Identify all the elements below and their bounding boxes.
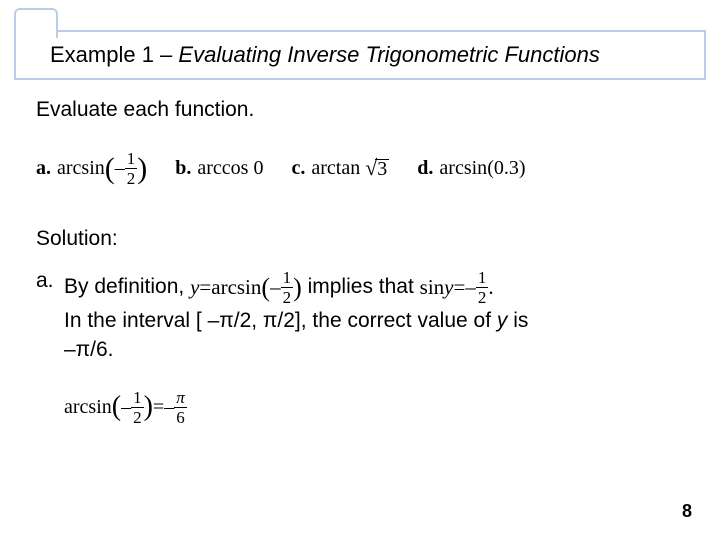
sqrt: √ 3 bbox=[365, 159, 389, 178]
def-func: arcsin bbox=[211, 273, 261, 302]
frac-num: π bbox=[174, 389, 187, 406]
problem-list: a. arcsin ( – 1 2 ) b. arccos 0 c. arcta… bbox=[36, 150, 680, 187]
page-number: 8 bbox=[682, 501, 692, 522]
lparen-icon: ( bbox=[112, 392, 121, 422]
frac-den: 6 bbox=[174, 409, 187, 426]
solution-a: a. By definition, y = arcsin ( – 1 2 ) i… bbox=[36, 269, 680, 426]
sin-func: sin bbox=[420, 273, 445, 302]
problem-d: d. arcsin (0.3) bbox=[417, 157, 525, 180]
rparen-icon: ) bbox=[293, 273, 302, 303]
text-seg2: implies that bbox=[308, 275, 420, 298]
minus-sign: – bbox=[465, 273, 476, 302]
title-block: Example 1 – Evaluating Inverse Trigonome… bbox=[0, 18, 720, 80]
definition-expr: y = arcsin ( – 1 2 ) bbox=[190, 269, 302, 306]
implication-expr: sin y = – 1 2 . bbox=[420, 269, 494, 306]
var-y: y bbox=[444, 273, 453, 302]
rparen-icon: ) bbox=[144, 392, 153, 422]
var-y: y bbox=[190, 273, 199, 302]
fraction: 1 2 bbox=[131, 389, 144, 426]
problem-b: b. arccos 0 bbox=[175, 157, 263, 180]
content-area: Evaluate each function. a. arcsin ( – 1 … bbox=[36, 94, 680, 426]
fraction: π 6 bbox=[174, 389, 187, 426]
final-equation: arcsin ( – 1 2 ) = – π 6 bbox=[64, 389, 680, 426]
eq-sign: = bbox=[153, 393, 164, 421]
frac-den: 2 bbox=[281, 289, 294, 306]
problem-d-func: arcsin bbox=[439, 157, 487, 180]
minus-sign: – bbox=[115, 157, 125, 180]
problem-b-label: b. bbox=[175, 157, 191, 180]
radicand: 3 bbox=[375, 159, 389, 178]
frac-num: 1 bbox=[476, 269, 489, 286]
frac-num: 1 bbox=[131, 389, 144, 406]
eq-sign: = bbox=[453, 273, 465, 302]
final-func: arcsin bbox=[64, 393, 112, 421]
problem-c: c. arctan √ 3 bbox=[291, 157, 389, 180]
text-seg3: In the interval [ –π/2, π/2], the correc… bbox=[64, 309, 497, 332]
example-title: Example 1 – Evaluating Inverse Trigonome… bbox=[14, 30, 706, 80]
period: . bbox=[488, 273, 493, 302]
frac-num: 1 bbox=[125, 150, 138, 167]
title-italic: Evaluating Inverse Trigonometric Functio… bbox=[178, 42, 599, 67]
prompt-text: Evaluate each function. bbox=[36, 98, 680, 122]
frac-num: 1 bbox=[281, 269, 294, 286]
text-seg5: –π/6. bbox=[64, 338, 114, 361]
var-y-italic: y bbox=[497, 309, 508, 332]
problem-d-label: d. bbox=[417, 157, 433, 180]
minus-sign: – bbox=[164, 393, 174, 421]
problem-d-arg: (0.3) bbox=[487, 157, 525, 180]
problem-a-label: a. bbox=[36, 157, 51, 180]
problem-a: a. arcsin ( – 1 2 ) bbox=[36, 150, 147, 187]
rparen-icon: ) bbox=[137, 154, 147, 184]
problem-a-func: arcsin bbox=[57, 157, 105, 180]
problem-b-func: arccos bbox=[197, 157, 248, 180]
fraction: 1 2 bbox=[281, 269, 294, 306]
problem-c-label: c. bbox=[291, 157, 305, 180]
minus-sign: – bbox=[121, 393, 131, 421]
fraction: 1 2 bbox=[476, 269, 489, 306]
solution-a-label: a. bbox=[36, 269, 64, 426]
lparen-icon: ( bbox=[105, 154, 115, 184]
text-seg4: is bbox=[507, 309, 528, 332]
problem-b-arg: 0 bbox=[253, 157, 263, 180]
frac-den: 2 bbox=[131, 409, 144, 426]
text-seg1: By definition, bbox=[64, 275, 190, 298]
problem-c-func: arctan bbox=[311, 157, 360, 180]
title-prefix: Example 1 – bbox=[50, 42, 178, 67]
solution-heading: Solution: bbox=[36, 227, 680, 251]
eq-sign: = bbox=[199, 273, 211, 302]
solution-a-body: By definition, y = arcsin ( – 1 2 ) impl… bbox=[64, 269, 680, 426]
frac-den: 2 bbox=[125, 170, 138, 187]
lparen-icon: ( bbox=[261, 273, 270, 303]
title-tab-decoration bbox=[14, 8, 58, 38]
minus-sign: – bbox=[270, 273, 281, 302]
fraction: 1 2 bbox=[125, 150, 138, 187]
frac-den: 2 bbox=[476, 289, 489, 306]
